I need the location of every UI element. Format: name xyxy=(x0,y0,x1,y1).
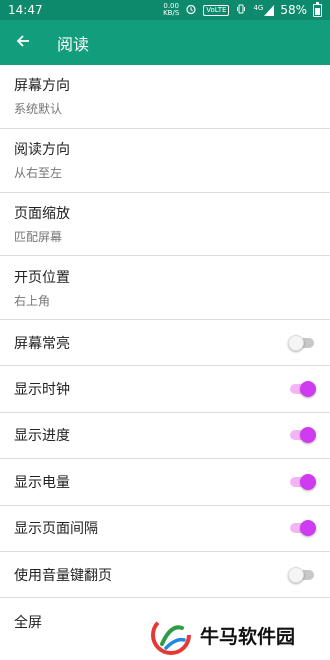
watermark: 牛马软件园 xyxy=(150,611,315,659)
show-progress-switch[interactable] xyxy=(288,425,316,445)
toggle-row-show-page-gap[interactable]: 显示页面间隔 xyxy=(0,506,330,552)
setting-value: 从右至左 xyxy=(14,166,63,181)
show-page-gap-switch[interactable] xyxy=(288,518,316,538)
watermark-text: 牛马软件园 xyxy=(200,625,296,648)
toggle-label: 使用音量键翻页 xyxy=(14,567,112,584)
vibrate-icon xyxy=(235,3,247,18)
signal-label: 4G xyxy=(253,3,264,12)
setting-value: 系统默认 xyxy=(14,102,63,117)
net-speed-unit: KB/S xyxy=(163,9,180,17)
toggle-label: 全屏 xyxy=(14,614,42,631)
setting-start-position[interactable]: 开页位置 右上角 xyxy=(0,256,330,320)
status-icons: 0.00 KB/S VoLTE 4G 58% xyxy=(163,1,322,18)
setting-title: 开页位置 xyxy=(14,269,70,286)
page-title: 阅读 xyxy=(57,34,90,54)
toggle-row-show-battery[interactable]: 显示电量 xyxy=(0,459,330,506)
setting-title: 页面缩放 xyxy=(14,205,70,222)
status-time: 14:47 xyxy=(8,3,43,17)
network-speed: 0.00 KB/S xyxy=(163,3,179,17)
setting-title: 阅读方向 xyxy=(14,142,70,159)
show-battery-switch[interactable] xyxy=(288,472,316,492)
toggle-row-volume-key-paging[interactable]: 使用音量键翻页 xyxy=(0,552,330,599)
watermark-logo-icon xyxy=(151,615,191,655)
toggle-row-keep-screen-on[interactable]: 屏幕常亮 xyxy=(0,320,330,367)
toggle-label: 显示页面间隔 xyxy=(14,521,98,538)
toggle-label: 显示电量 xyxy=(14,474,70,491)
battery-percentage: 58% xyxy=(280,3,307,17)
battery-icon xyxy=(313,1,322,17)
back-button[interactable] xyxy=(0,20,45,65)
toggle-label: 显示时钟 xyxy=(14,382,70,399)
status-bar: 14:47 0.00 KB/S VoLTE 4G 58% xyxy=(0,0,330,20)
setting-value: 匹配屏幕 xyxy=(14,229,63,244)
toggle-label: 屏幕常亮 xyxy=(14,335,70,352)
setting-title: 屏幕方向 xyxy=(14,78,70,95)
settings-list: 屏幕方向 系统默认 阅读方向 从右至左 页面缩放 匹配屏幕 开页位置 右上角 屏… xyxy=(0,65,330,645)
setting-value: 右上角 xyxy=(14,293,51,308)
signal-icon: 4G xyxy=(253,3,275,16)
toggle-row-show-progress[interactable]: 显示进度 xyxy=(0,413,330,460)
volume-key-paging-switch[interactable] xyxy=(288,565,316,585)
setting-screen-orientation[interactable]: 屏幕方向 系统默认 xyxy=(0,65,330,129)
arrow-back-icon xyxy=(15,33,31,53)
keep-screen-on-switch[interactable] xyxy=(288,333,316,353)
toggle-row-show-clock[interactable]: 显示时钟 xyxy=(0,366,330,413)
show-clock-switch[interactable] xyxy=(288,379,316,399)
setting-page-scale[interactable]: 页面缩放 匹配屏幕 xyxy=(0,193,330,257)
app-bar: 阅读 xyxy=(0,20,330,65)
setting-reading-direction[interactable]: 阅读方向 从右至左 xyxy=(0,129,330,193)
volte-badge: VoLTE xyxy=(203,4,230,16)
toggle-label: 显示进度 xyxy=(14,428,70,445)
alarm-icon xyxy=(185,3,197,18)
